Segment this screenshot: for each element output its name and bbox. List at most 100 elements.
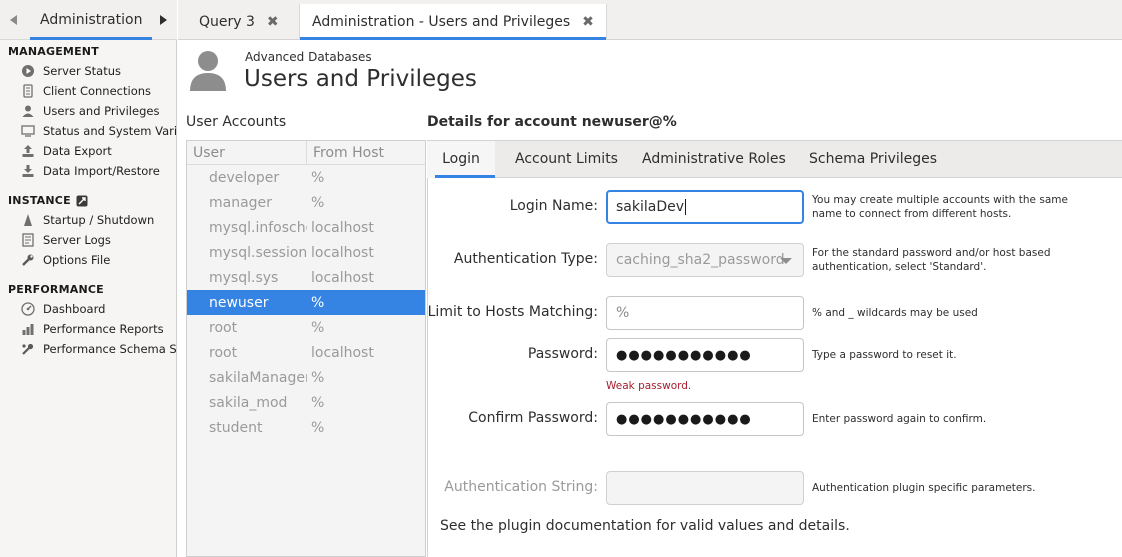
- plugin-note: See the plugin documentation for valid v…: [440, 518, 850, 534]
- user-avatar-icon: [188, 49, 228, 91]
- sidebar-item-label: Client Connections: [43, 84, 152, 98]
- chevron-down-icon: [780, 258, 792, 264]
- user-accounts-list[interactable]: User From Host developer% manager% mysql…: [186, 140, 426, 557]
- password-value: ●●●●●●●●●●●: [616, 347, 752, 363]
- sidebar-item-users-and-privileges[interactable]: Users and Privileges: [20, 102, 177, 120]
- account-host: %: [311, 194, 325, 211]
- section-management: MANAGEMENT: [8, 45, 99, 58]
- sidebar-tab-administration[interactable]: Administration: [40, 12, 142, 28]
- auth-type-value: caching_sha2_password: [616, 252, 785, 268]
- account-user: sakilaManager: [209, 369, 307, 386]
- account-row[interactable]: sakilaManager%: [187, 365, 425, 390]
- wrench-icon: [20, 253, 35, 268]
- sidebar-item-server-logs[interactable]: Server Logs: [20, 231, 177, 249]
- auth-string-input[interactable]: [606, 471, 804, 505]
- tab-administrative-roles[interactable]: Administrative Roles: [642, 141, 786, 178]
- sidebar-item-label: Users and Privileges: [43, 104, 160, 118]
- column-header-user[interactable]: User: [187, 141, 307, 165]
- confirm-password-input[interactable]: ●●●●●●●●●●●: [606, 402, 804, 436]
- reports-icon: [20, 322, 35, 337]
- account-host: %: [311, 169, 325, 186]
- sidebar-item-options-file[interactable]: Options File: [20, 251, 177, 269]
- startup-icon: [20, 213, 35, 228]
- login-name-input[interactable]: sakilaDev: [606, 190, 804, 224]
- sidebar-tab-indicator: [30, 37, 152, 40]
- import-icon: [20, 164, 35, 179]
- account-host: localhost: [311, 344, 374, 361]
- account-row[interactable]: mysql.infoschemalocalhost: [187, 215, 425, 240]
- sidebar-item-status-and-system-variables[interactable]: Status and System Variables: [20, 122, 177, 140]
- tab-query-3[interactable]: Query 3 ✖: [199, 4, 279, 40]
- sidebar-item-label: Startup / Shutdown: [43, 213, 155, 227]
- account-user: sakila_mod: [209, 394, 288, 411]
- active-tab-indicator: [300, 37, 606, 40]
- sidebar-item-startup-shutdown[interactable]: Startup / Shutdown: [20, 211, 177, 229]
- account-row-selected[interactable]: newuser%: [187, 290, 425, 315]
- login-name-value: sakilaDev: [616, 199, 685, 215]
- password-help: Type a password to reset it.: [812, 349, 957, 361]
- sidebar-item-label: Dashboard: [43, 302, 106, 316]
- account-row[interactable]: root localhost: [187, 340, 425, 365]
- close-icon[interactable]: ✖: [267, 14, 279, 30]
- text-cursor: [685, 199, 687, 215]
- sidebar-item-label: Server Logs: [43, 233, 111, 247]
- column-header-host[interactable]: From Host: [307, 145, 384, 161]
- tab-administration-users-and-privileges[interactable]: Administration - Users and Privileges ✖: [299, 4, 607, 40]
- account-row[interactable]: mysql.session localhost: [187, 240, 425, 265]
- auth-type-select[interactable]: caching_sha2_password: [606, 243, 804, 277]
- close-icon[interactable]: ✖: [582, 14, 594, 30]
- password-input[interactable]: ●●●●●●●●●●●: [606, 338, 804, 372]
- export-icon: [20, 144, 35, 159]
- sidebar-item-label: Data Import/Restore: [43, 164, 160, 178]
- account-row[interactable]: student%: [187, 415, 425, 440]
- instance-status-icon: [76, 195, 88, 207]
- account-row[interactable]: developer%: [187, 165, 425, 190]
- sidebar-item-label: Status and System Variables: [43, 124, 177, 138]
- account-host: localhost: [311, 244, 374, 261]
- hosts-value: %: [616, 305, 630, 321]
- sidebar-item-label: Performance Schema Setup: [43, 342, 177, 356]
- sidebar-item-client-connections[interactable]: Client Connections: [20, 82, 177, 100]
- tab-login[interactable]: Login: [427, 141, 495, 178]
- confirm-password-label: Confirm Password:: [468, 410, 598, 426]
- sidebar-item-data-export[interactable]: Data Export: [20, 142, 177, 160]
- tab-account-limits[interactable]: Account Limits: [515, 141, 618, 178]
- page-title: Users and Privileges: [244, 66, 477, 92]
- account-row[interactable]: sakila_mod%: [187, 390, 425, 415]
- tab-schema-privileges[interactable]: Schema Privileges: [809, 141, 937, 178]
- scroll-right-icon[interactable]: [160, 15, 167, 25]
- sidebar-header: Administration: [0, 0, 177, 40]
- auth-type-help: For the standard password and/or host ba…: [812, 247, 1051, 273]
- sidebar-item-performance-reports[interactable]: Performance Reports: [20, 320, 177, 338]
- account-row[interactable]: root%: [187, 315, 425, 340]
- tab-label: Query 3: [199, 14, 255, 30]
- dashboard-icon: [20, 302, 35, 317]
- tab-label: Login: [442, 151, 480, 167]
- account-row[interactable]: manager%: [187, 190, 425, 215]
- auth-string-label: Authentication String:: [444, 479, 598, 495]
- account-host: localhost: [311, 269, 374, 286]
- account-user: student: [209, 419, 263, 436]
- account-user: newuser: [209, 294, 269, 311]
- hosts-help: % and _ wildcards may be used: [812, 307, 978, 319]
- sidebar-item-server-status[interactable]: Server Status: [20, 62, 177, 80]
- sidebar-item-label: Server Status: [43, 64, 122, 78]
- account-host: %: [311, 369, 325, 386]
- scroll-left-icon[interactable]: [10, 15, 17, 25]
- account-user: mysql.infoschema: [209, 219, 307, 236]
- account-host: %: [311, 419, 325, 436]
- account-user: root: [209, 319, 238, 336]
- sidebar-item-dashboard[interactable]: Dashboard: [20, 300, 177, 318]
- password-strength: Weak password.: [606, 380, 692, 392]
- hosts-input[interactable]: %: [606, 296, 804, 330]
- account-user: developer: [209, 169, 280, 186]
- page-subtitle: Advanced Databases: [245, 50, 372, 64]
- sidebar-item-data-import-restore[interactable]: Data Import/Restore: [20, 162, 177, 180]
- auth-string-help: Authentication plugin specific parameter…: [812, 482, 1036, 494]
- account-row[interactable]: mysql.sys localhost: [187, 265, 425, 290]
- sidebar-item-label: Data Export: [43, 144, 112, 158]
- sidebar-item-performance-schema-setup[interactable]: Performance Schema Setup: [20, 340, 177, 358]
- server-icon: [20, 84, 35, 99]
- sidebar: Administration MANAGEMENT Server Status …: [0, 0, 177, 557]
- account-user: mysql.session: [209, 244, 307, 261]
